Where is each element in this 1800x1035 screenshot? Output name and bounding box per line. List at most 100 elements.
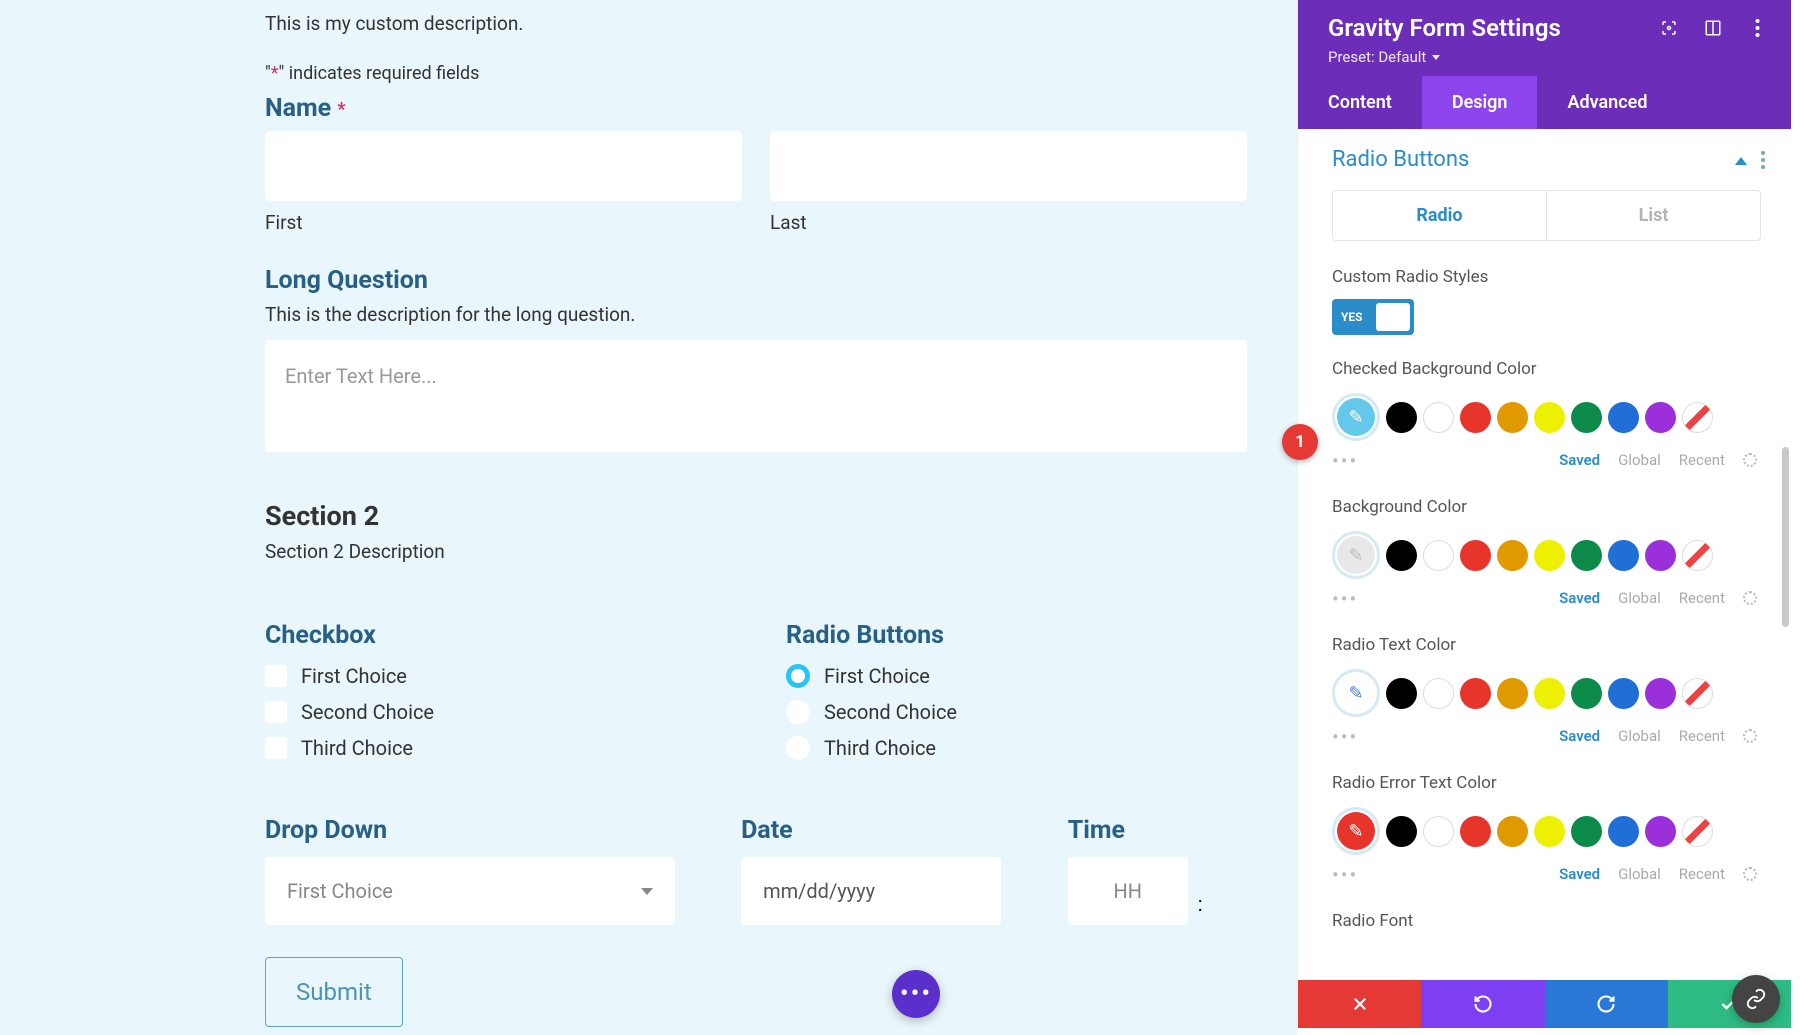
recent-tab[interactable]: Recent bbox=[1679, 589, 1725, 607]
swatch-black[interactable] bbox=[1386, 816, 1417, 847]
undo-button[interactable] bbox=[1421, 980, 1544, 1028]
swatch-yellow[interactable] bbox=[1534, 678, 1565, 709]
swatch-orange[interactable] bbox=[1497, 678, 1528, 709]
checkbox-box[interactable] bbox=[265, 701, 287, 723]
dropdown-select[interactable]: First Choice bbox=[265, 857, 675, 925]
cancel-button[interactable] bbox=[1298, 980, 1421, 1028]
dots-icon[interactable]: ••• bbox=[1332, 863, 1358, 887]
radio-item[interactable]: Second Choice bbox=[786, 700, 1247, 724]
gear-icon[interactable] bbox=[1743, 867, 1757, 881]
focus-icon[interactable] bbox=[1659, 18, 1679, 38]
swatch-orange[interactable] bbox=[1497, 816, 1528, 847]
swatch-none[interactable] bbox=[1682, 678, 1713, 709]
dropdown-label: Drop Down bbox=[265, 816, 713, 845]
color-picker[interactable]: ✎ bbox=[1332, 531, 1380, 579]
swatch-teal[interactable] bbox=[1571, 816, 1602, 847]
date-input[interactable]: mm/dd/yyyy bbox=[741, 857, 1001, 925]
more-vertical-icon[interactable] bbox=[1747, 18, 1767, 38]
subtab-radio[interactable]: Radio bbox=[1333, 191, 1547, 240]
swatch-yellow[interactable] bbox=[1534, 816, 1565, 847]
color-picker[interactable]: ✎ bbox=[1332, 669, 1380, 717]
global-tab[interactable]: Global bbox=[1618, 865, 1661, 883]
checkbox-box[interactable] bbox=[265, 737, 287, 759]
dots-icon[interactable]: ••• bbox=[1332, 449, 1358, 473]
swatch-none[interactable] bbox=[1682, 540, 1713, 571]
radio-box[interactable] bbox=[786, 736, 810, 760]
radio-item[interactable]: Third Choice bbox=[786, 736, 1247, 760]
recent-tab[interactable]: Recent bbox=[1679, 727, 1725, 745]
color-picker[interactable]: ✎ bbox=[1332, 807, 1380, 855]
tab-advanced[interactable]: Advanced bbox=[1537, 76, 1677, 129]
recent-tab[interactable]: Recent bbox=[1679, 865, 1725, 883]
checkbox-item[interactable]: Second Choice bbox=[265, 700, 726, 724]
swatch-white[interactable] bbox=[1423, 816, 1454, 847]
date-label: Date bbox=[741, 816, 1040, 845]
swatch-white[interactable] bbox=[1423, 402, 1454, 433]
section-title[interactable]: Radio Buttons bbox=[1332, 147, 1469, 172]
global-tab[interactable]: Global bbox=[1618, 451, 1661, 469]
saved-tab[interactable]: Saved bbox=[1559, 451, 1600, 469]
swatch-yellow[interactable] bbox=[1534, 402, 1565, 433]
long-question-input[interactable]: Enter Text Here... bbox=[265, 340, 1247, 452]
preset-dropdown[interactable]: Preset: Default bbox=[1328, 48, 1767, 66]
radio-item[interactable]: First Choice bbox=[786, 664, 1247, 688]
dots-icon[interactable]: ••• bbox=[1332, 587, 1358, 611]
time-hh-input[interactable]: HH bbox=[1068, 857, 1188, 925]
swatch-yellow[interactable] bbox=[1534, 540, 1565, 571]
swatch-blue[interactable] bbox=[1608, 540, 1639, 571]
dots-icon[interactable]: ••• bbox=[1332, 725, 1358, 749]
swatch-teal[interactable] bbox=[1571, 678, 1602, 709]
swatch-blue[interactable] bbox=[1608, 402, 1639, 433]
saved-tab[interactable]: Saved bbox=[1559, 727, 1600, 745]
swatch-white[interactable] bbox=[1423, 540, 1454, 571]
swatch-red[interactable] bbox=[1460, 678, 1491, 709]
swatch-red[interactable] bbox=[1460, 540, 1491, 571]
swatch-purple[interactable] bbox=[1645, 816, 1676, 847]
swatch-purple[interactable] bbox=[1645, 540, 1676, 571]
swatch-black[interactable] bbox=[1386, 540, 1417, 571]
swatch-black[interactable] bbox=[1386, 678, 1417, 709]
saved-tab[interactable]: Saved bbox=[1559, 865, 1600, 883]
submit-button[interactable]: Submit bbox=[265, 957, 403, 1027]
tab-design[interactable]: Design bbox=[1422, 76, 1538, 129]
radio-box-selected[interactable] bbox=[786, 664, 810, 688]
chevron-up-icon[interactable] bbox=[1735, 150, 1747, 169]
first-name-input[interactable] bbox=[265, 131, 742, 201]
swatch-none[interactable] bbox=[1682, 402, 1713, 433]
swatch-purple[interactable] bbox=[1645, 402, 1676, 433]
swatch-red[interactable] bbox=[1460, 402, 1491, 433]
gear-icon[interactable] bbox=[1743, 591, 1757, 605]
swatch-purple[interactable] bbox=[1645, 678, 1676, 709]
swatch-black[interactable] bbox=[1386, 402, 1417, 433]
swatch-red[interactable] bbox=[1460, 816, 1491, 847]
swatch-blue[interactable] bbox=[1608, 816, 1639, 847]
custom-styles-toggle[interactable]: YES bbox=[1332, 299, 1414, 335]
subtab-list[interactable]: List bbox=[1547, 191, 1760, 240]
more-fab-button[interactable]: ••• bbox=[892, 970, 940, 1018]
swatch-white[interactable] bbox=[1423, 678, 1454, 709]
more-vertical-icon[interactable] bbox=[1761, 151, 1765, 169]
link-fab-button[interactable] bbox=[1732, 975, 1780, 1023]
saved-tab[interactable]: Saved bbox=[1559, 589, 1600, 607]
swatch-blue[interactable] bbox=[1608, 678, 1639, 709]
global-tab[interactable]: Global bbox=[1618, 727, 1661, 745]
scrollbar[interactable] bbox=[1782, 447, 1789, 627]
swatch-orange[interactable] bbox=[1497, 540, 1528, 571]
global-tab[interactable]: Global bbox=[1618, 589, 1661, 607]
gear-icon[interactable] bbox=[1743, 729, 1757, 743]
swatch-none[interactable] bbox=[1682, 816, 1713, 847]
swatch-teal[interactable] bbox=[1571, 402, 1602, 433]
checkbox-item[interactable]: First Choice bbox=[265, 664, 726, 688]
checkbox-item[interactable]: Third Choice bbox=[265, 736, 726, 760]
color-picker[interactable]: ✎ bbox=[1332, 393, 1380, 441]
swatch-teal[interactable] bbox=[1571, 540, 1602, 571]
redo-button[interactable] bbox=[1545, 980, 1668, 1028]
gear-icon[interactable] bbox=[1743, 453, 1757, 467]
radio-box[interactable] bbox=[786, 700, 810, 724]
columns-icon[interactable] bbox=[1703, 18, 1723, 38]
tab-content[interactable]: Content bbox=[1298, 76, 1422, 129]
swatch-orange[interactable] bbox=[1497, 402, 1528, 433]
last-name-input[interactable] bbox=[770, 131, 1247, 201]
checkbox-box[interactable] bbox=[265, 665, 287, 687]
recent-tab[interactable]: Recent bbox=[1679, 451, 1725, 469]
